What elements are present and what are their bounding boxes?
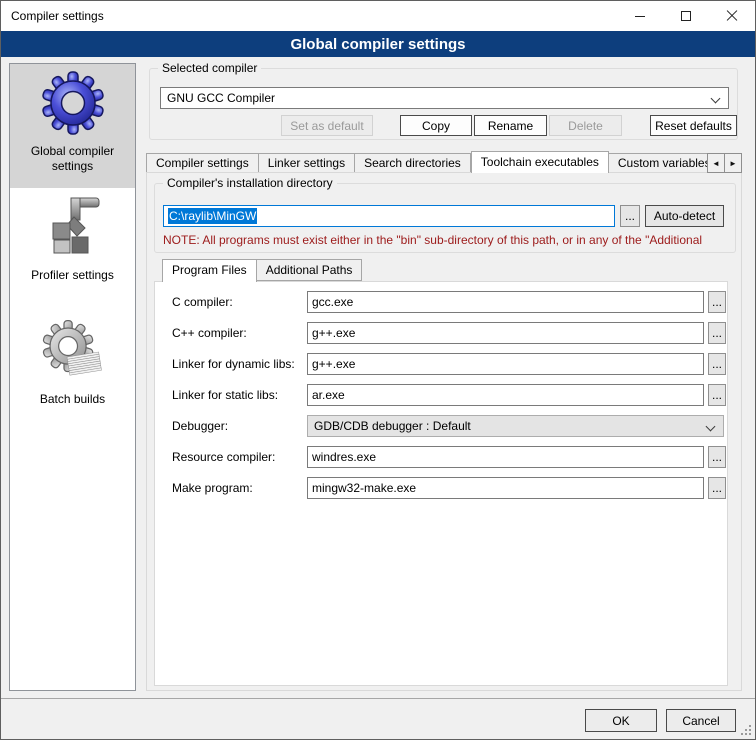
copy-button[interactable]: Copy bbox=[400, 115, 472, 136]
settings-tabs: Compiler settingsLinker settingsSearch d… bbox=[146, 151, 742, 173]
maximize-icon bbox=[681, 11, 691, 21]
sidebar-item-label: Profiler settings bbox=[25, 268, 120, 283]
field-label: C compiler: bbox=[172, 295, 233, 309]
caliper-icon bbox=[41, 195, 105, 259]
select-value: GDB/CDB debugger : Default bbox=[314, 419, 471, 433]
input-value: windres.exe bbox=[312, 450, 376, 464]
field-row-linker-for-dynamic-libs: Linker for dynamic libs: g++.exe... bbox=[155, 353, 727, 375]
window-controls bbox=[617, 1, 755, 31]
tab-linker-settings[interactable]: Linker settings bbox=[259, 153, 355, 173]
field-label: Debugger: bbox=[172, 419, 228, 433]
field-row-make-program: Make program: mingw32-make.exe... bbox=[155, 477, 727, 499]
tab-scroll-buttons: ◄► bbox=[708, 153, 742, 173]
c-compiler-browse-button[interactable]: ... bbox=[708, 322, 726, 344]
reset-defaults-button[interactable]: Reset defaults bbox=[650, 115, 737, 136]
linker-for-static-libs-input[interactable]: ar.exe bbox=[307, 384, 704, 406]
sidebar-item-profiler-settings[interactable]: Profiler settings bbox=[10, 188, 135, 312]
window-title: Compiler settings bbox=[1, 9, 104, 23]
input-value: mingw32-make.exe bbox=[312, 481, 416, 495]
rename-button[interactable]: Rename bbox=[474, 115, 547, 136]
tab-search-directories[interactable]: Search directories bbox=[355, 153, 471, 173]
install-dir-group-label: Compiler's installation directory bbox=[163, 176, 337, 190]
resource-compiler-browse-button[interactable]: ... bbox=[708, 446, 726, 468]
make-program-input[interactable]: mingw32-make.exe bbox=[307, 477, 704, 499]
field-row-c-compiler: C compiler: gcc.exe... bbox=[155, 291, 727, 313]
field-label: C++ compiler: bbox=[172, 326, 247, 340]
maximize-button[interactable] bbox=[663, 1, 709, 31]
page-title: Global compiler settings bbox=[1, 31, 755, 57]
field-row-linker-for-static-libs: Linker for static libs: ar.exe... bbox=[155, 384, 727, 406]
sidebar-item-batch-builds[interactable]: Batch builds bbox=[10, 312, 135, 436]
chevron-down-icon bbox=[706, 422, 716, 432]
close-button[interactable] bbox=[709, 1, 755, 31]
minimize-button[interactable] bbox=[617, 1, 663, 31]
gear-stack-icon bbox=[41, 319, 105, 383]
minimize-icon bbox=[635, 16, 645, 17]
footer-divider bbox=[1, 698, 755, 699]
debugger-select[interactable]: GDB/CDB debugger : Default bbox=[307, 415, 724, 437]
compiler-settings-dialog: Compiler settings Global compiler settin… bbox=[0, 0, 756, 740]
tab-compiler-settings[interactable]: Compiler settings bbox=[146, 153, 259, 173]
field-row-resource-compiler: Resource compiler: windres.exe... bbox=[155, 446, 727, 468]
c-compiler-input[interactable]: gcc.exe bbox=[307, 291, 704, 313]
selected-compiler-group: Selected compiler GNU GCC Compiler Set a… bbox=[149, 68, 738, 140]
field-label: Resource compiler: bbox=[172, 450, 275, 464]
input-value: gcc.exe bbox=[312, 295, 353, 309]
selected-compiler-group-label: Selected compiler bbox=[158, 61, 261, 75]
linker-for-dynamic-libs-browse-button[interactable]: ... bbox=[708, 353, 726, 375]
input-value: g++.exe bbox=[312, 326, 355, 340]
program-tabs: Program FilesAdditional Paths bbox=[162, 259, 362, 282]
c-compiler-input[interactable]: g++.exe bbox=[307, 322, 704, 344]
note-text: NOTE: All programs must exist either in … bbox=[163, 233, 732, 247]
install-dir-input[interactable]: C:\raylib\MinGW bbox=[163, 205, 615, 227]
autodetect-button[interactable]: Auto-detect bbox=[645, 205, 724, 227]
subtab-additional-paths[interactable]: Additional Paths bbox=[257, 259, 363, 281]
tab-toolchain-executables[interactable]: Toolchain executables bbox=[471, 151, 609, 173]
install-dir-group: Compiler's installation directory C:\ray… bbox=[154, 183, 736, 253]
close-icon bbox=[726, 10, 738, 22]
linker-for-dynamic-libs-input[interactable]: g++.exe bbox=[307, 353, 704, 375]
input-value: ar.exe bbox=[312, 388, 345, 402]
install-dir-browse-button[interactable]: ... bbox=[620, 205, 640, 227]
settings-category-list: Global compiler settings Profiler setting… bbox=[9, 63, 136, 691]
sidebar-item-label: Batch builds bbox=[34, 392, 111, 407]
cancel-button[interactable]: Cancel bbox=[666, 709, 736, 732]
tab-custom-variables[interactable]: Custom variables bbox=[609, 153, 721, 173]
field-row-debugger: Debugger: GDB/CDB debugger : Default bbox=[155, 415, 727, 437]
resize-grip[interactable] bbox=[741, 725, 751, 735]
tab-scroll-left-button[interactable]: ◄ bbox=[707, 153, 725, 173]
program-files-panel: C compiler: gcc.exe... C++ compiler: g++.ex… bbox=[154, 281, 728, 686]
input-value: g++.exe bbox=[312, 357, 355, 371]
gear-blue-icon bbox=[41, 71, 105, 135]
tab-scroll-right-button[interactable]: ► bbox=[724, 153, 742, 173]
linker-for-static-libs-browse-button[interactable]: ... bbox=[708, 384, 726, 406]
chevron-down-icon bbox=[711, 94, 721, 104]
title-bar: Compiler settings bbox=[1, 1, 755, 31]
compiler-select[interactable]: GNU GCC Compiler bbox=[160, 87, 729, 109]
field-label: Linker for dynamic libs: bbox=[172, 357, 295, 371]
field-label: Linker for static libs: bbox=[172, 388, 278, 402]
ok-button[interactable]: OK bbox=[585, 709, 657, 732]
resource-compiler-input[interactable]: windres.exe bbox=[307, 446, 704, 468]
field-label: Make program: bbox=[172, 481, 253, 495]
c-compiler-browse-button[interactable]: ... bbox=[708, 291, 726, 313]
set-as-default-button: Set as default bbox=[281, 115, 373, 136]
field-row-c-compiler: C++ compiler: g++.exe... bbox=[155, 322, 727, 344]
compiler-select-value: GNU GCC Compiler bbox=[167, 91, 275, 105]
sidebar-item-global-compiler-settings[interactable]: Global compiler settings bbox=[10, 64, 135, 188]
sidebar-item-label: Global compiler settings bbox=[10, 144, 135, 174]
install-dir-selected-text: C:\raylib\MinGW bbox=[168, 208, 257, 224]
subtab-program-files[interactable]: Program Files bbox=[162, 259, 257, 282]
make-program-browse-button[interactable]: ... bbox=[708, 477, 726, 499]
delete-button: Delete bbox=[549, 115, 622, 136]
